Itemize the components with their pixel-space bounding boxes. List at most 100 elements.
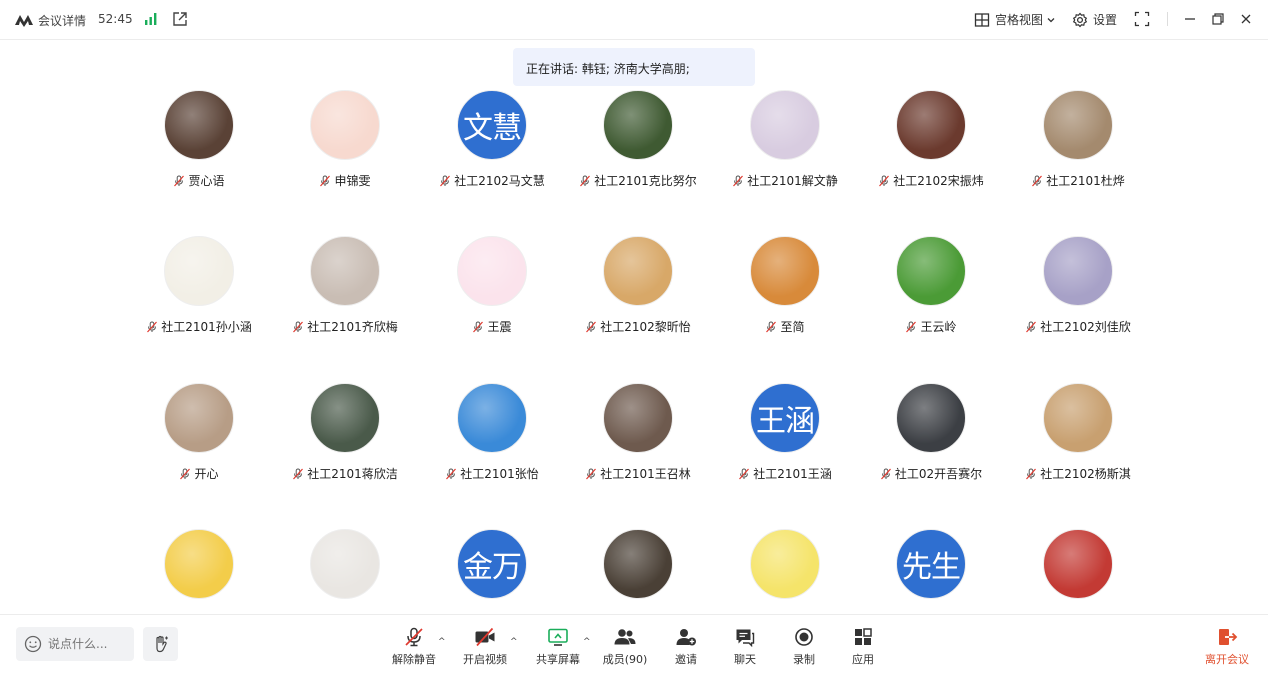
participant-tile[interactable]: 社工2101杜烨	[1008, 90, 1148, 200]
participant-tile[interactable]: 社工2101齐欣梅	[275, 236, 415, 346]
avatar	[1043, 236, 1113, 306]
participant-name: 社工2101王召林	[568, 465, 708, 482]
grid-view-label: 宫格视图	[995, 13, 1044, 27]
participant-tile[interactable]: 社工2101孙小涵	[129, 236, 269, 346]
participant-tile[interactable]: 文慧社工2102马文慧	[422, 90, 562, 200]
meeting-timer: 52:45	[98, 12, 133, 26]
muted-mic-icon	[906, 321, 917, 333]
participant-name: 社工2101王涵	[715, 465, 855, 482]
video-options-caret-icon[interactable]: ^	[510, 637, 518, 647]
record-label: 录制	[793, 653, 815, 666]
members-label: 成员(90)	[602, 653, 648, 666]
record-icon	[795, 628, 813, 646]
participant-name-text: 社工2101蒋欣洁	[307, 467, 398, 481]
avatar: 文慧	[457, 90, 527, 160]
meeting-details-button[interactable]: 会议详情	[38, 12, 86, 29]
quick-chat-input[interactable]	[16, 627, 134, 661]
muted-mic-icon	[586, 321, 597, 333]
muted-mic-icon	[739, 468, 750, 480]
share-screen-button[interactable]: 共享屏幕	[530, 627, 586, 667]
participant-name: 王云岭	[861, 318, 1001, 335]
title-bar: 会议详情 52:45 宫格视图 设置	[0, 0, 1268, 40]
avatar	[1043, 90, 1113, 160]
leave-meeting-label: 离开会议	[1205, 653, 1249, 666]
avatar-initials: 先生	[902, 550, 961, 585]
record-button[interactable]: 录制	[776, 627, 832, 667]
unmute-button[interactable]: 解除静音	[386, 627, 442, 667]
members-button[interactable]: 成员(90)	[597, 627, 653, 667]
invite-button[interactable]: 邀请	[658, 627, 714, 667]
participant-tile[interactable]: 社工2102黎昕怡	[568, 236, 708, 346]
participant-tile[interactable]: 社工2102宋振炜	[861, 90, 1001, 200]
participant-tile[interactable]: 社工2101张怡	[422, 383, 562, 493]
leave-meeting-button[interactable]: 离开会议	[1199, 627, 1255, 667]
fullscreen-icon[interactable]	[1134, 11, 1150, 27]
avatar	[896, 383, 966, 453]
participant-tile[interactable]: 申锦雯	[275, 90, 415, 200]
participant-tile[interactable]: 社工2101蒋欣洁	[275, 383, 415, 493]
participant-tile[interactable]: 社工2101王召林	[568, 383, 708, 493]
participant-name: 社工2102杨斯淇	[1008, 465, 1148, 482]
popout-icon[interactable]	[172, 11, 188, 27]
participant-name: 社工2101张怡	[422, 465, 562, 482]
participant-tile[interactable]: 社工2102刘佳欣	[1008, 236, 1148, 346]
participant-name-text: 社工2101王召林	[600, 467, 691, 481]
participant-name-text: 社工2101杜烨	[1046, 174, 1125, 188]
avatar	[603, 236, 673, 306]
participant-tile[interactable]: 开心	[129, 383, 269, 493]
start-video-button[interactable]: 开启视频	[457, 627, 513, 667]
chat-label: 聊天	[734, 653, 756, 666]
divider	[1167, 12, 1168, 26]
participant-name-text: 社工2102马文慧	[454, 174, 545, 188]
chat-button[interactable]: 聊天	[717, 627, 773, 667]
participant-name-text: 社工2102刘佳欣	[1040, 320, 1131, 334]
participant-name-text: 社工2102杨斯淇	[1040, 467, 1131, 481]
participant-name-text: 社工2101克比努尔	[594, 174, 697, 188]
participant-tile[interactable]: 社工02开吾赛尔	[861, 383, 1001, 493]
chat-text-field[interactable]	[48, 637, 128, 651]
muted-mic-icon	[293, 468, 304, 480]
settings-label: 设置	[1093, 13, 1118, 27]
participant-tile[interactable]: 社工2101解文静	[715, 90, 855, 200]
participant-tile[interactable]: 贾心语	[129, 90, 269, 200]
share-options-caret-icon[interactable]: ^	[583, 637, 591, 647]
participant-tile[interactable]: 社工2102杨斯淇	[1008, 383, 1148, 493]
participant-name-text: 开心	[194, 467, 219, 481]
raise-hand-button[interactable]	[143, 627, 178, 661]
participant-name: 申锦雯	[275, 172, 415, 189]
chevron-down-icon	[1047, 17, 1055, 22]
muted-mic-icon	[405, 627, 423, 647]
participant-name: 贾心语	[129, 172, 269, 189]
muted-mic-icon	[174, 175, 185, 187]
avatar	[310, 529, 380, 599]
raise-hand-icon	[155, 635, 168, 653]
participant-tile[interactable]: 至简	[715, 236, 855, 346]
participant-tile[interactable]: 社工2101克比努尔	[568, 90, 708, 200]
participant-tile[interactable]: 王云岭	[861, 236, 1001, 346]
invite-label: 邀请	[675, 653, 697, 666]
restore-icon[interactable]	[1210, 11, 1226, 27]
start-video-label: 开启视频	[463, 653, 507, 666]
participant-name: 社工02开吾赛尔	[861, 465, 1001, 482]
emoji-icon[interactable]	[24, 635, 42, 653]
video-off-icon	[475, 627, 495, 647]
audio-options-caret-icon[interactable]: ^	[438, 637, 446, 647]
participant-tile[interactable]: 王震	[422, 236, 562, 346]
avatar	[750, 236, 820, 306]
muted-mic-icon	[293, 321, 304, 333]
close-icon[interactable]	[1238, 11, 1254, 27]
grid-view-button[interactable]: 宫格视图	[974, 11, 1061, 28]
avatar	[310, 90, 380, 160]
apps-button[interactable]: 应用	[835, 627, 891, 667]
avatar	[457, 236, 527, 306]
minimize-icon[interactable]	[1182, 11, 1198, 27]
participant-name-text: 社工2101王涵	[753, 467, 832, 481]
gear-icon	[1072, 12, 1088, 27]
settings-button[interactable]: 设置	[1072, 11, 1117, 28]
apps-icon	[855, 628, 872, 645]
participant-name: 开心	[129, 465, 269, 482]
muted-mic-icon	[766, 321, 777, 333]
participant-name: 社工2101孙小涵	[129, 318, 269, 335]
avatar	[603, 90, 673, 160]
participant-tile[interactable]: 王涵 社工2101王涵	[715, 383, 855, 493]
